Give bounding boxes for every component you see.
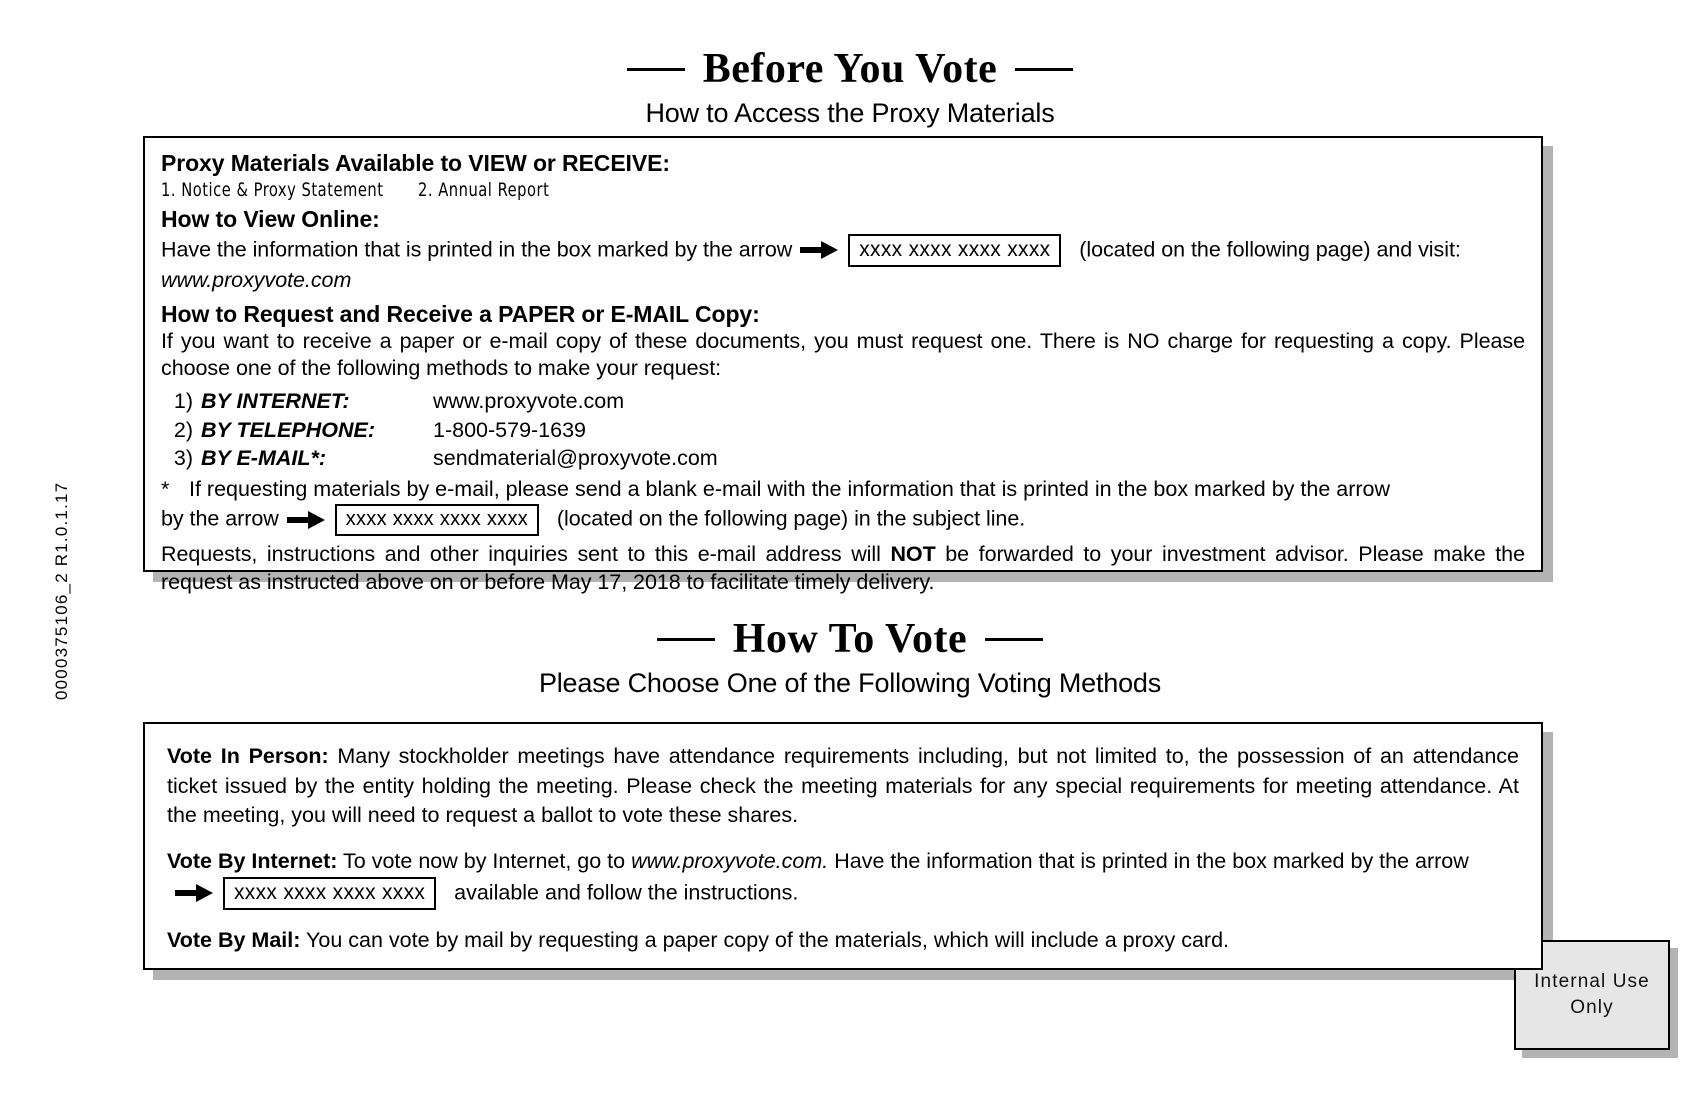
how-to-vote-header: How To Vote Please Choose One of the Fol… (0, 618, 1700, 699)
voting-methods-panel: Vote In Person: Many stockholder meeting… (143, 722, 1553, 980)
before-you-vote-header: Before You Vote How to Access the Proxy … (0, 48, 1700, 129)
material-item-1: 1. Notice & Proxy Statement (161, 179, 384, 202)
view-online-text-1: Have the information that is printed in … (161, 237, 793, 262)
control-number-box-email: xxxx xxxx xxxx xxxx (334, 504, 540, 537)
how-to-vote-subtitle: Please Choose One of the Following Votin… (538, 668, 1162, 698)
request-methods-list: 1) BY INTERNET: www.proxyvote.com 2) BY … (161, 387, 1525, 473)
vote-by-internet-text-1: To vote now by Internet, go to (343, 848, 626, 873)
method-internet: 1) BY INTERNET: www.proxyvote.com (161, 387, 1525, 416)
how-to-vote-title-row: How To Vote (0, 618, 1700, 660)
before-you-vote-subtitle: How to Access the Proxy Materials (645, 98, 1055, 128)
view-online-heading: How to View Online: (161, 206, 380, 233)
method-telephone-label: BY TELEPHONE: (201, 417, 376, 442)
email-footnote: * If requesting materials by e-mail, ple… (161, 476, 1525, 504)
before-you-vote-title-row: Before You Vote (0, 48, 1700, 90)
materials-list: 1. Notice & Proxy Statement 2. Annual Re… (161, 179, 1334, 201)
vote-by-internet-text-2: Have the information that is printed in … (834, 848, 1469, 873)
proxy-materials-panel: Proxy Materials Available to VIEW or REC… (143, 136, 1553, 594)
left-rule-icon (656, 637, 715, 641)
request-paragraph: If you want to receive a paper or e-mail… (161, 328, 1525, 381)
vote-in-person-label: Vote In Person: (167, 744, 329, 768)
closing-text-1: Requests, instructions and other inquiri… (161, 542, 881, 567)
proxy-materials-panel-body: Proxy Materials Available to VIEW or REC… (143, 136, 1543, 594)
vote-in-person-text: Many stockholder meetings have attendanc… (167, 744, 1519, 828)
method-telephone-number: 2) (173, 417, 193, 442)
internal-use-line-1: Internal Use (1534, 971, 1650, 993)
vote-by-internet-label: Vote By Internet: (167, 848, 338, 873)
view-online-text-2: (located on the following page) and visi… (1079, 237, 1461, 262)
vote-in-person-paragraph: Vote In Person: Many stockholder meeting… (167, 742, 1519, 831)
view-online-url[interactable]: www.proxyvote.com (161, 268, 351, 292)
method-internet-number: 1) (173, 389, 193, 413)
method-email: 3) BY E-MAIL*: sendmaterial@proxyvote.co… (161, 444, 1525, 473)
method-email-label: BY E-MAIL*: (201, 446, 327, 471)
how-to-vote-title: How To Vote (732, 616, 968, 662)
footnote-text-2: (located on the following page) in the s… (556, 506, 1026, 531)
arrow-right-icon (286, 511, 327, 530)
footnote-arrow-line: by the arrow xxxx xxxx xxxx xxxx (located… (161, 504, 1525, 537)
closing-not-emphasis: NOT (890, 542, 936, 567)
left-rule-icon (626, 67, 685, 71)
vote-by-mail-paragraph: Vote By Mail: You can vote by mail by re… (167, 926, 1519, 956)
method-email-number: 3) (173, 446, 193, 471)
view-online-paragraph: Have the information that is printed in … (161, 233, 1525, 295)
material-item-2: 2. Annual Report (417, 179, 550, 202)
footnote-text: If requesting materials by e-mail, pleas… (189, 476, 1391, 501)
vote-by-mail-label: Vote By Mail: (167, 927, 301, 952)
materials-heading: Proxy Materials Available to VIEW or REC… (161, 150, 670, 176)
request-heading: How to Request and Receive a PAPER or E-… (161, 300, 760, 327)
closing-deadline-date: May 17, 2018 (550, 569, 681, 594)
control-number-box-internet: xxxx xxxx xxxx xxxx (223, 876, 437, 910)
vote-by-internet-text-3: available and follow the instructions. (454, 879, 799, 904)
voting-methods-panel-body: Vote In Person: Many stockholder meeting… (143, 722, 1543, 970)
vote-by-internet-paragraph: Vote By Internet: To vote now by Interne… (167, 847, 1519, 910)
footnote-star: * (161, 476, 170, 501)
closing-text-3: to facilitate timely delivery. (686, 569, 935, 594)
closing-paragraph: Requests, instructions and other inquiri… (161, 541, 1525, 596)
right-rule-icon (1015, 67, 1074, 71)
method-internet-value[interactable]: www.proxyvote.com (433, 387, 1525, 416)
method-telephone: 2) BY TELEPHONE: 1-800-579-1639 (161, 416, 1525, 445)
method-telephone-value[interactable]: 1-800-579-1639 (433, 416, 1525, 445)
internal-use-line-2: Only (1570, 997, 1614, 1018)
before-you-vote-title: Before You Vote (702, 46, 998, 92)
arrow-right-icon (800, 241, 840, 260)
method-email-value[interactable]: sendmaterial@proxyvote.com (433, 444, 1525, 473)
vote-by-mail-text: You can vote by mail by requesting a pap… (306, 927, 1229, 952)
vote-by-internet-url[interactable]: www.proxyvote.com. (631, 849, 828, 873)
footnote-by-the-arrow-label: by the arrow (161, 506, 279, 531)
right-rule-icon (985, 637, 1044, 641)
control-number-box-view: xxxx xxxx xxxx xxxx (848, 233, 1062, 268)
method-internet-label: BY INTERNET: (201, 389, 350, 413)
arrow-right-icon (175, 884, 215, 903)
